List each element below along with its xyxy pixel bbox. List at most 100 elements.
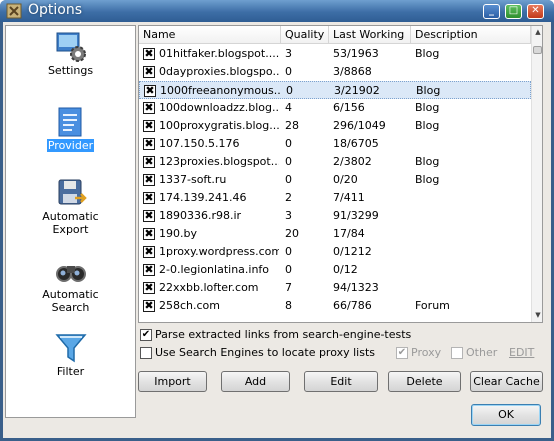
table-row[interactable]: ✖ 190.by 20 17/84	[139, 225, 531, 243]
column-header-last-working[interactable]: Last Working	[329, 26, 411, 44]
parse-links-option[interactable]: ✔ Parse extracted links from search-engi…	[140, 328, 440, 342]
cell-last: 0/20	[333, 173, 358, 186]
cell-quality: 2	[285, 191, 292, 204]
column-header-name[interactable]: Name	[139, 26, 281, 44]
row-checkbox[interactable]: ✖	[143, 264, 155, 276]
provider-icon	[58, 107, 81, 137]
table-row[interactable]: ✖ 2-0.legionlatina.info 0 0/12	[139, 261, 531, 279]
nav-item-filter[interactable]: Filter	[6, 331, 135, 378]
row-checkbox[interactable]: ✖	[143, 48, 155, 60]
table-row[interactable]: ✖ 01hitfaker.blogspot.... 3 53/1963 Blog	[139, 45, 531, 63]
other-option[interactable]: Other	[451, 346, 499, 360]
use-engines-option[interactable]: Use Search Engines to locate proxy lists	[140, 346, 390, 360]
cell-last: 66/786	[333, 299, 372, 312]
table-row[interactable]: ✖ 258ch.com 8 66/786 Forum	[139, 297, 531, 315]
nav-item-automatic-export[interactable]: Automatic Export	[6, 176, 135, 236]
nav-label: Settings	[47, 64, 94, 77]
parse-links-label: Parse extracted links from search-engine…	[155, 328, 412, 341]
title-bar: Options _ □ ✕	[0, 0, 554, 22]
row-checkbox[interactable]: ✖	[143, 228, 155, 240]
table-row[interactable]: ✖ 0dayproxies.blogspo... 0 3/8868	[139, 63, 531, 81]
cell-desc: Forum	[415, 299, 450, 312]
table-row[interactable]: ✖ 1337-soft.ru 0 0/20 Blog	[139, 171, 531, 189]
row-checkbox[interactable]: ✖	[143, 156, 155, 168]
cell-name: 0dayproxies.blogspo...	[159, 65, 279, 78]
cell-desc	[415, 135, 527, 153]
cell-name: 100proxygratis.blog...	[159, 119, 279, 132]
vertical-scrollbar[interactable]: ▲ ▼	[531, 26, 542, 322]
column-header-quality[interactable]: Quality	[281, 26, 329, 44]
cell-last: 3/8868	[333, 65, 372, 78]
proxy-option[interactable]: ✔ Proxy	[396, 346, 444, 360]
row-checkbox[interactable]: ✖	[143, 210, 155, 222]
maximize-button[interactable]: □	[505, 4, 522, 19]
cell-last: 3/21902	[334, 84, 380, 97]
table-row[interactable]: ✖ 1890336.r98.ir 3 91/3299	[139, 207, 531, 225]
row-checkbox[interactable]: ✖	[143, 300, 155, 312]
cell-last: 296/1049	[333, 119, 386, 132]
row-checkbox[interactable]: ✖	[143, 66, 155, 78]
nav-label: Automatic	[42, 210, 99, 223]
nav-item-settings[interactable]: Settings	[6, 30, 135, 77]
table-row[interactable]: ✖ 1proxy.wordpress.com 0 0/1212	[139, 243, 531, 261]
table-row[interactable]: ✖ 1000freeanonymous.... 0 3/21902 Blog	[139, 81, 531, 99]
cell-last: 0/12	[333, 263, 358, 276]
cell-name: 1proxy.wordpress.com	[159, 245, 279, 258]
cell-quality: 0	[285, 263, 292, 276]
cell-quality: 0	[285, 65, 292, 78]
cell-last: 91/3299	[333, 209, 379, 222]
row-checkbox[interactable]: ✖	[143, 120, 155, 132]
cell-desc: Blog	[415, 155, 440, 168]
row-checkbox[interactable]: ✖	[143, 138, 155, 150]
nav-item-provider[interactable]: Provider	[6, 105, 135, 152]
ok-button[interactable]: OK	[471, 404, 541, 426]
cell-name: 1000freeanonymous....	[160, 84, 280, 97]
row-checkbox[interactable]: ✖	[143, 174, 155, 186]
cell-name: 190.by	[159, 227, 197, 240]
row-checkbox[interactable]: ✖	[143, 192, 155, 204]
cell-name: 1337-soft.ru	[159, 173, 227, 186]
column-header-description[interactable]: Description	[411, 26, 531, 44]
cell-desc	[415, 279, 527, 297]
nav-item-automatic-search[interactable]: Automatic Search	[6, 254, 135, 314]
proxy-checkbox[interactable]: ✔	[396, 347, 408, 359]
row-checkbox[interactable]: ✖	[143, 102, 155, 114]
scroll-up-icon[interactable]: ▲	[533, 26, 542, 38]
edit-button[interactable]: Edit	[304, 371, 378, 392]
cell-name: 100downloadzz.blog...	[159, 101, 279, 114]
binoculars-icon	[55, 266, 86, 282]
import-button[interactable]: Import	[138, 371, 207, 392]
cell-name: 1890336.r98.ir	[159, 209, 242, 222]
other-label: Other	[466, 346, 498, 359]
scroll-down-icon[interactable]: ▼	[533, 309, 542, 321]
table-row[interactable]: ✖ 174.139.241.46 2 7/411	[139, 189, 531, 207]
table-row[interactable]: ✖ 100downloadzz.blog... 4 6/156 Blog	[139, 99, 531, 117]
row-checkbox[interactable]: ✖	[144, 85, 156, 97]
clear-cache-button[interactable]: Clear Cache	[470, 371, 543, 392]
cell-desc	[415, 63, 527, 81]
row-checkbox[interactable]: ✖	[143, 282, 155, 294]
add-button[interactable]: Add	[221, 371, 290, 392]
minimize-button[interactable]: _	[483, 4, 500, 19]
cell-quality: 8	[285, 299, 292, 312]
table-row[interactable]: ✖ 100proxygratis.blog... 28 296/1049 Blog	[139, 117, 531, 135]
settings-icon	[56, 32, 86, 62]
parse-links-checkbox[interactable]: ✔	[140, 329, 152, 341]
cell-quality: 0	[285, 173, 292, 186]
table-row[interactable]: ✖ 107.150.5.176 0 18/6705	[139, 135, 531, 153]
use-engines-checkbox[interactable]	[140, 347, 152, 359]
provider-list[interactable]: Name Quality Last Working Description ✖ 0…	[138, 25, 543, 323]
table-row[interactable]: ✖ 123proxies.blogspot.... 0 2/3802 Blog	[139, 153, 531, 171]
filter-icon	[54, 334, 87, 363]
cell-desc	[415, 189, 527, 207]
cell-desc: Blog	[416, 84, 441, 97]
export-icon	[58, 179, 87, 205]
cell-desc	[415, 207, 527, 225]
row-checkbox[interactable]: ✖	[143, 246, 155, 258]
close-button[interactable]: ✕	[527, 4, 544, 19]
delete-button[interactable]: Delete	[388, 371, 461, 392]
scroll-thumb[interactable]	[533, 46, 542, 54]
edit-engines-link[interactable]: EDIT	[509, 346, 534, 360]
other-checkbox[interactable]	[451, 347, 463, 359]
table-row[interactable]: ✖ 22xxbb.lofter.com 7 94/1323	[139, 279, 531, 297]
